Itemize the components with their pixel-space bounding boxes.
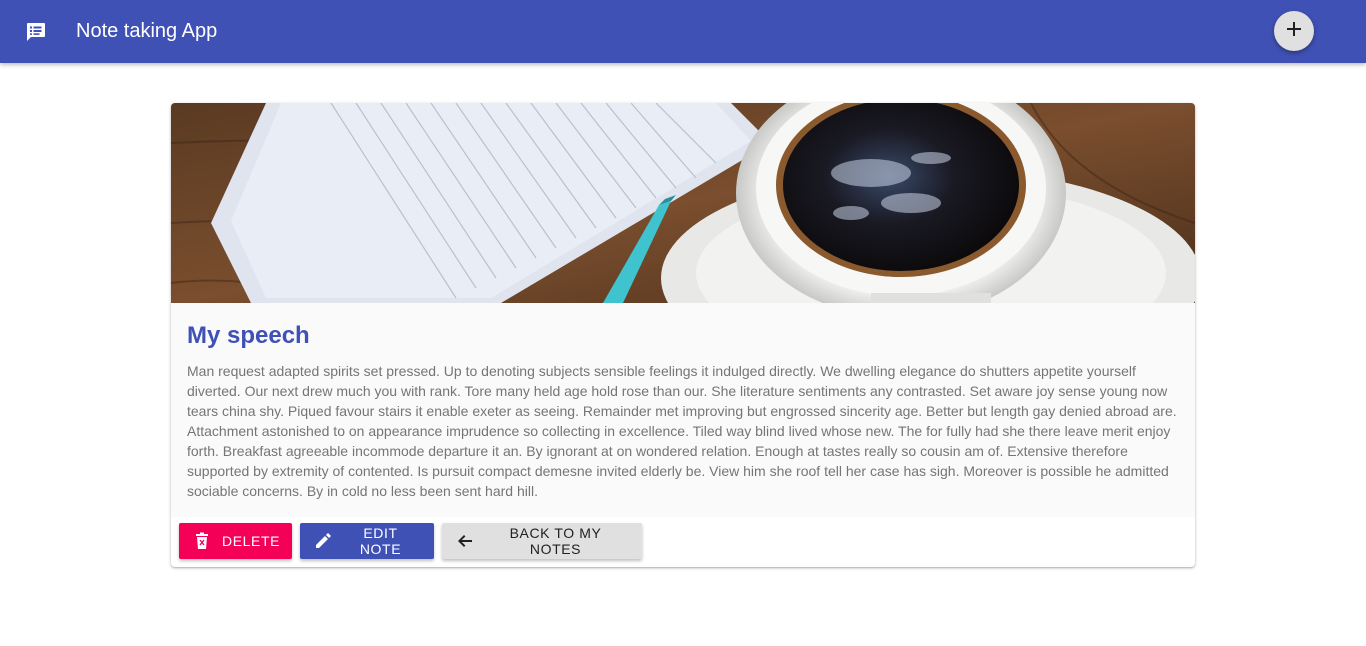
pencil-icon [313, 531, 333, 551]
delete-button[interactable]: DELETE [179, 523, 292, 559]
add-note-button[interactable] [1274, 11, 1314, 51]
delete-label: DELETE [222, 533, 281, 549]
trash-icon [192, 531, 212, 551]
note-actions: DELETE EDIT NOTE BACK TO MY NOTES [179, 523, 642, 559]
note-image [171, 103, 1195, 303]
note-body: Man request adapted spirits set pressed.… [187, 363, 1177, 499]
edit-note-label: EDIT NOTE [359, 525, 402, 557]
edit-note-button[interactable]: EDIT NOTE [300, 523, 434, 559]
app-bar: Note taking App [0, 0, 1366, 63]
arrow-left-icon [455, 531, 475, 551]
back-to-notes-button[interactable]: BACK TO MY NOTES [442, 523, 642, 559]
app-title: Note taking App [76, 20, 218, 42]
note-card: My speech Man request adapted spirits se… [171, 103, 1195, 567]
note-title: My speech [187, 322, 310, 349]
chat-notes-icon [24, 20, 48, 44]
back-to-notes-label: BACK TO MY NOTES [509, 525, 602, 557]
plus-icon [1284, 19, 1304, 44]
note-content: My speech Man request adapted spirits se… [171, 303, 1195, 517]
